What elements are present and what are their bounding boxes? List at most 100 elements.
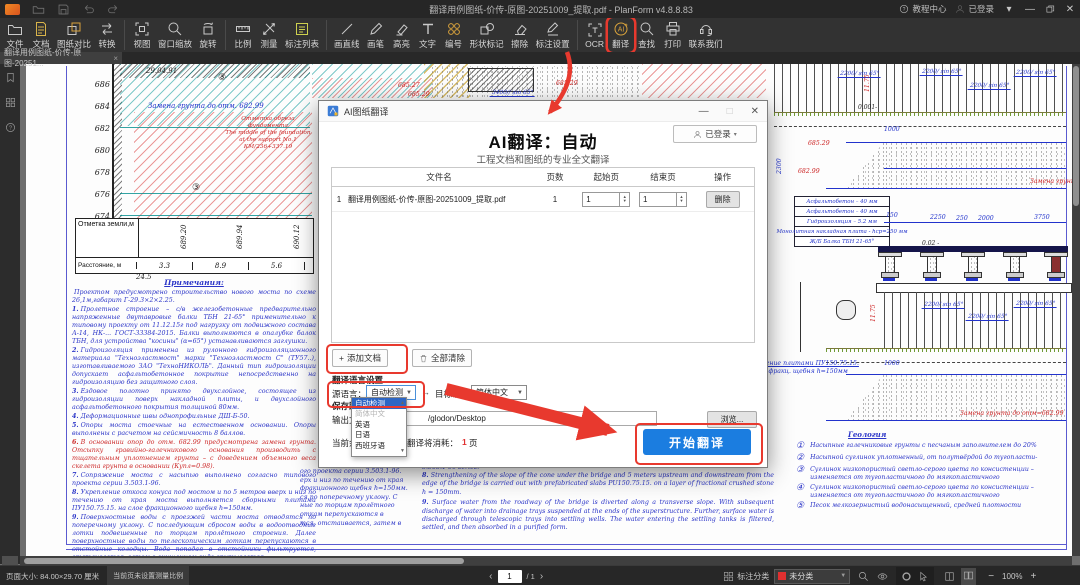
foundation-note: Отметка обреза фундамента The middle of … [225, 116, 311, 150]
dialog-maximize-button[interactable]: □ [727, 106, 733, 117]
annotation-category-select[interactable]: 未分类 ▼ [774, 568, 851, 584]
list-icon [294, 21, 310, 37]
browse-button[interactable]: 浏览... [707, 411, 757, 428]
dialog-title-bar[interactable]: AI图纸翻译 — □ ✕ [319, 101, 767, 122]
thumbnails-grid-icon[interactable] [5, 97, 16, 108]
dropdown-option[interactable]: 简体中文 [352, 409, 406, 420]
zoom-in-button[interactable]: + [1031, 571, 1037, 582]
cursor-icon[interactable] [918, 571, 929, 582]
dropdown-option[interactable]: 英语 [352, 419, 406, 430]
convert-icon [99, 21, 115, 37]
bookmark-icon[interactable] [5, 72, 16, 83]
toolbar-pen[interactable]: 画笔 [363, 18, 389, 52]
target-language-select[interactable]: 简体中文 ▼ [471, 385, 527, 400]
single-page-layout-icon[interactable] [944, 571, 955, 582]
clear-all-button[interactable]: 全部清除 [412, 349, 473, 367]
scrollbar-corner-widget[interactable] [2, 556, 18, 565]
end-page-spinner[interactable]: 1 ▲ ▼ [638, 191, 687, 207]
help-center-button[interactable]: 教程中心 [899, 3, 946, 15]
toolbar-number[interactable]: 编号 [441, 18, 467, 52]
toolbar-text[interactable]: 文字 [415, 18, 441, 52]
next-page-button[interactable]: › [540, 571, 543, 582]
toolbar-rotate[interactable]: 旋转 [195, 18, 221, 52]
eye-icon[interactable] [877, 571, 888, 582]
zoom-out-button[interactable]: − [988, 571, 994, 582]
dashed-line [826, 362, 1066, 363]
start-page-spinner[interactable]: 1 ▲ ▼ [582, 191, 631, 207]
vertical-scrollbar-thumb[interactable] [1073, 66, 1079, 206]
status-bar: 页面大小: 84.00×29.70 厘米 当前页未设置测量比例 ‹ 1 / 1 … [0, 565, 1080, 585]
soil-replacement-right: Замена грунта до отм=682.99 [960, 410, 1064, 417]
toolbar-erase[interactable]: 擦除 [507, 18, 533, 52]
add-document-button[interactable]: + 添加文档 [332, 349, 388, 367]
print-icon [665, 21, 681, 37]
page-number-input[interactable]: 1 [497, 569, 522, 583]
dialog-minimize-button[interactable]: — [699, 106, 709, 117]
document-tab[interactable]: 翻译用例图纸-价传-原图-20251... × [0, 48, 122, 68]
toolbar-print[interactable]: 打印 [660, 18, 686, 52]
toolbar-draw-line[interactable]: 画直线 [331, 18, 363, 52]
toolbar-shape-mark[interactable]: 形状标记 [467, 18, 507, 52]
elevation-label: 685.29 [556, 80, 578, 87]
english-notes: 8. Strengthening of the slope of the con… [422, 472, 774, 535]
restore-button[interactable] [1045, 4, 1055, 14]
dialog-close-button[interactable]: ✕ [751, 106, 759, 117]
tab-close-icon[interactable]: × [113, 54, 118, 63]
toolbar-separator [225, 20, 227, 50]
dropdown-option[interactable]: 日语 [352, 430, 406, 441]
measure-scale-note[interactable]: 当前页未设置测量比例 [107, 566, 190, 585]
horizontal-scrollbar[interactable] [20, 556, 1072, 565]
note-item: 8. Укрепление откоса конуса под мостом и … [72, 489, 316, 512]
toolbar-annotation-list[interactable]: 标注列表 [282, 18, 322, 52]
redo-icon[interactable] [107, 3, 120, 16]
scroll-down-icon[interactable]: ▼ [400, 448, 405, 454]
elevation-label: 685.27 [398, 82, 420, 89]
band-line [846, 142, 1066, 143]
open-file-icon[interactable] [32, 3, 45, 16]
highlight-icon [394, 21, 410, 37]
annotation-grid-icon [723, 571, 734, 582]
delete-button[interactable]: 删除 [705, 190, 740, 208]
two-page-layout-active[interactable] [961, 567, 977, 585]
start-translate-button[interactable]: 开始翻译 [643, 429, 751, 455]
vertical-scrollbar[interactable] [1072, 64, 1080, 556]
i-beam [1002, 252, 1027, 282]
toolbar-highlight[interactable]: 高亮 [389, 18, 415, 52]
distance-value: 8.9 [193, 261, 249, 270]
zoom-tool-icon[interactable] [858, 571, 869, 582]
dropdown-option[interactable]: 西班牙语 [352, 440, 406, 451]
help-icon[interactable] [5, 122, 16, 133]
ground-line [800, 282, 801, 352]
close-button[interactable]: ✕ [1064, 4, 1076, 15]
save-icon[interactable] [57, 3, 70, 16]
dropdown-caret-icon[interactable]: ▾ [1003, 4, 1015, 15]
toolbar-find[interactable]: 查找 [634, 18, 660, 52]
toolbar-translate[interactable]: 翻译 [608, 18, 634, 52]
undo-icon[interactable] [82, 3, 95, 16]
dim-1000: 1000 [884, 126, 900, 133]
dropdown-option[interactable]: 自动检测 [352, 398, 406, 409]
toolbar-contact[interactable]: 联系我们 [686, 18, 726, 52]
toolbar-annotation-settings[interactable]: 标注设置 [533, 18, 573, 52]
prev-page-button[interactable]: ‹ [489, 571, 492, 582]
scroll-up-icon[interactable]: ▲ [400, 400, 405, 406]
pan-circle-icon[interactable] [901, 571, 912, 582]
elevation-tick-label: 678 [94, 168, 110, 177]
tool-group [896, 567, 935, 585]
line-icon [339, 21, 355, 37]
band-line [826, 420, 1066, 421]
toolbar-scale[interactable]: 比例 [230, 18, 256, 52]
geology-title: Геология [848, 430, 887, 439]
minimize-button[interactable]: — [1024, 4, 1036, 15]
dashed-line [774, 126, 1066, 127]
toolbar-view[interactable]: 视图 [129, 18, 155, 52]
toolbar-window-zoom[interactable]: 窗口缩放 [155, 18, 195, 52]
level-line [120, 215, 312, 216]
toolbar-ocr[interactable]: OCR [582, 18, 608, 52]
login-status-button[interactable]: 已登录 [955, 3, 994, 15]
output-folder-field[interactable]: /glodon/Desktop [381, 411, 657, 426]
horizontal-scrollbar-thumb[interactable] [24, 557, 464, 564]
soil-replacement-note: Замена грунта до отм. 682.99 [148, 102, 264, 110]
toolbar-measure[interactable]: 测量 [256, 18, 282, 52]
zoom-level-label: 100% [1002, 571, 1023, 581]
